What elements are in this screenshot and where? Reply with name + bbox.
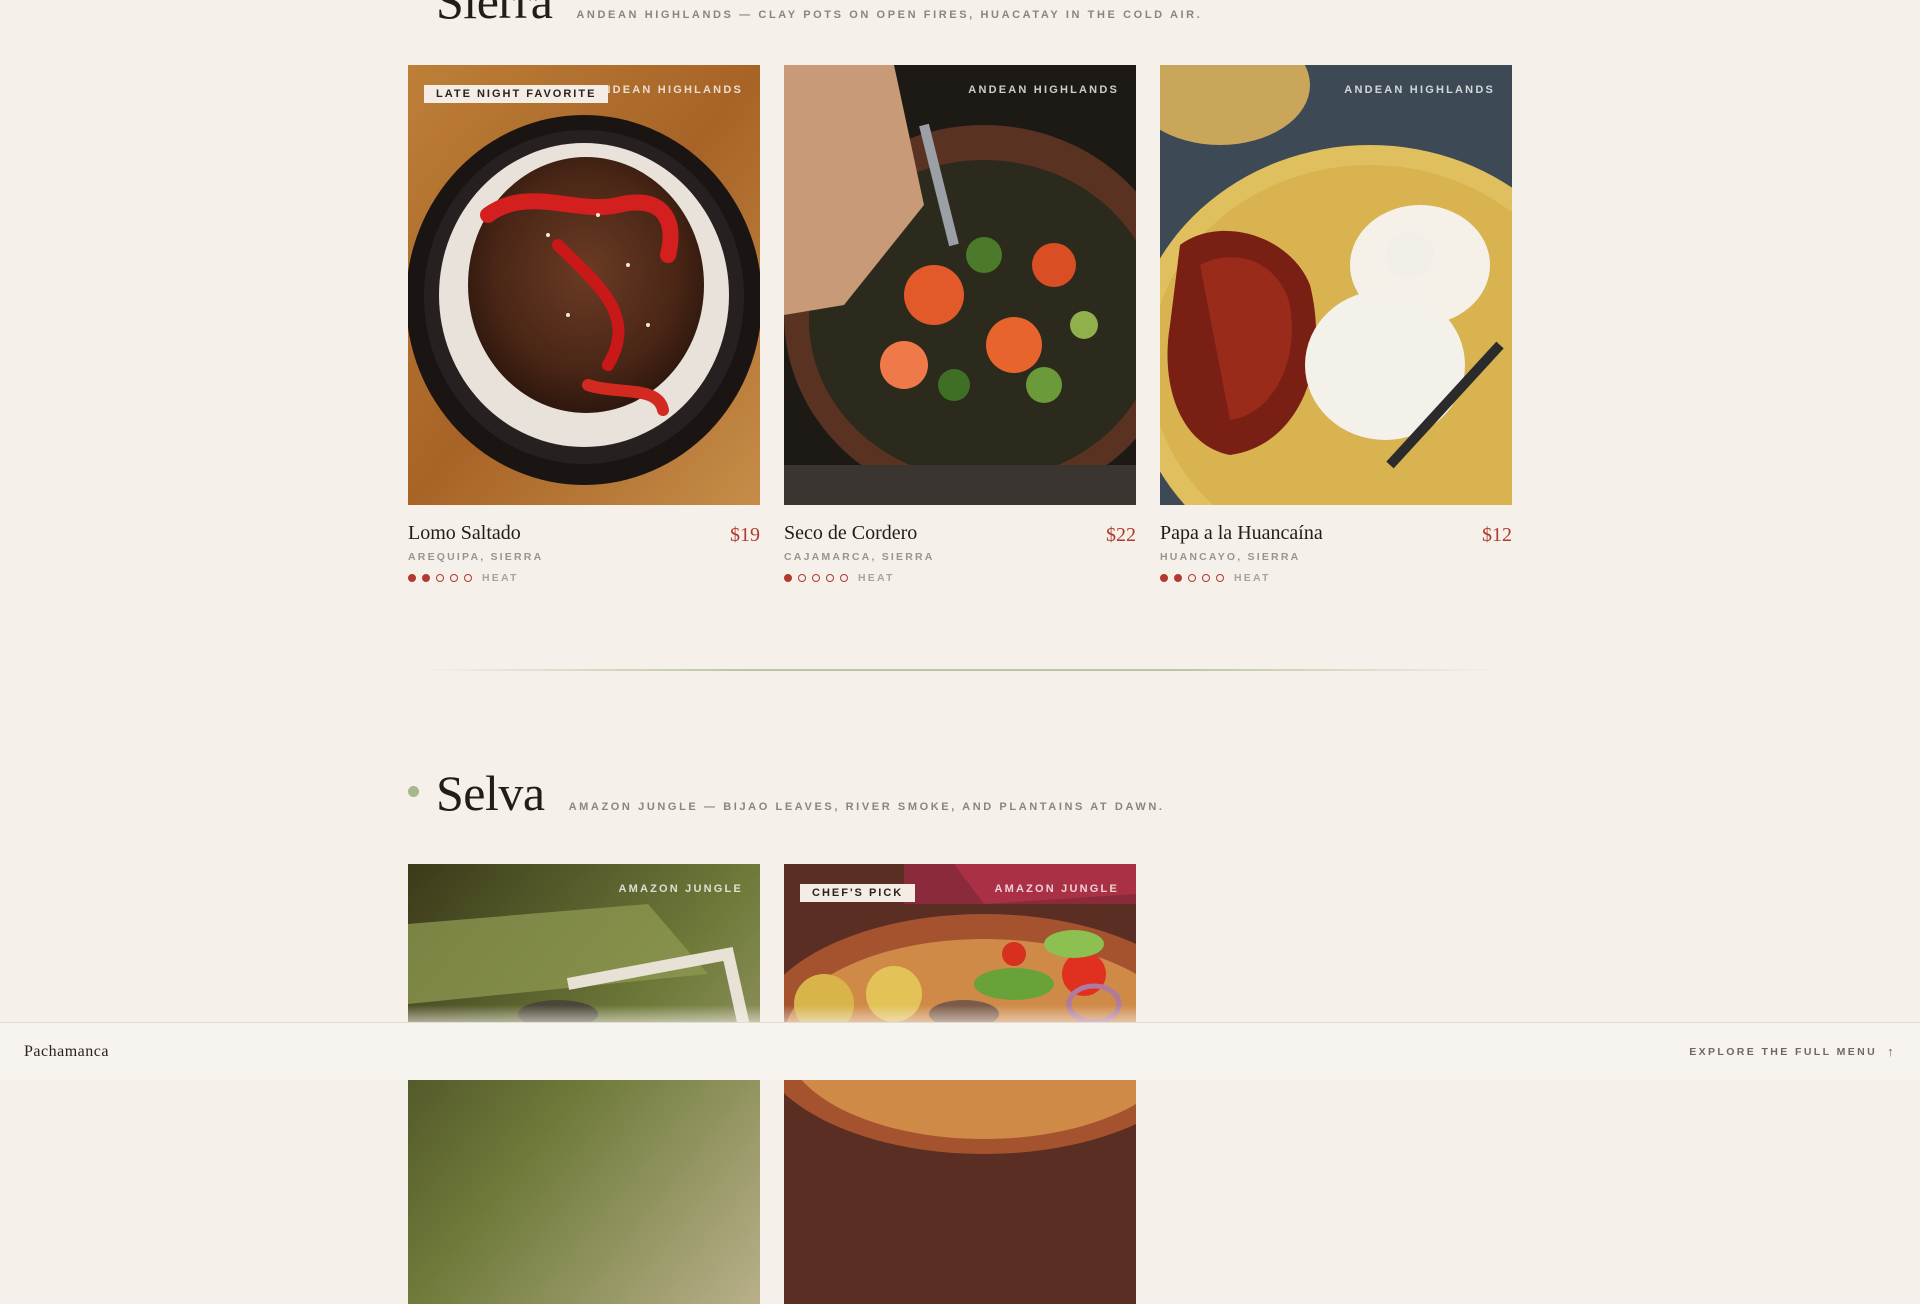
dish-card[interactable]: AMAZON JUNGLE (408, 864, 760, 1304)
region-tag: ANDEAN HIGHLANDS (1344, 84, 1495, 96)
dish-photo: ANDEAN HIGHLANDS (784, 65, 1136, 505)
heat-dot (840, 574, 848, 582)
section-divider (420, 669, 1500, 671)
explore-menu-link[interactable]: EXPLORE THE FULL MENU ↑ (1689, 1044, 1896, 1059)
brand-name[interactable]: Pachamanca (24, 1043, 109, 1061)
dish-price: $19 (730, 524, 760, 546)
bottom-bar: Pachamanca EXPLORE THE FULL MENU ↑ (0, 1022, 1920, 1080)
heat-dot (436, 574, 444, 582)
heat-dot (450, 574, 458, 582)
dish-info: Seco de Cordero $22 CAJAMARCA, SIERRA HE… (784, 522, 1136, 592)
dish-info: Lomo Saltado $19 AREQUIPA, SIERRA HEAT (408, 522, 760, 592)
section-subtitle: AMAZON JUNGLE — BIJAO LEAVES, RIVER SMOK… (568, 801, 1165, 813)
chefs-pick-salad-photo (784, 864, 1136, 1304)
dish-price: $12 (1482, 524, 1512, 546)
section-header-sierra: Sierra ANDEAN HIGHLANDS — CLAY POTS ON O… (436, 0, 1202, 26)
heat-dot (1160, 574, 1168, 582)
heat-label: HEAT (482, 572, 519, 584)
region-tag: AMAZON JUNGLE (618, 883, 743, 895)
lomo-saltado-photo (408, 65, 760, 505)
heat-dot (798, 574, 806, 582)
dish-price: $22 (1106, 524, 1136, 546)
region-tag: ANDEAN HIGHLANDS (592, 84, 743, 96)
heat-meter: HEAT (408, 572, 760, 584)
leaf-wrapped-dish-photo (408, 864, 760, 1304)
dish-photo: ANDEAN HIGHLANDS (1160, 65, 1512, 505)
dish-photo: AMAZON JUNGLE CHEF'S PICK (784, 864, 1136, 1304)
heat-meter: HEAT (784, 572, 1136, 584)
dish-name: Lomo Saltado (408, 522, 521, 544)
papa-a-la-huancaina-photo (1160, 65, 1512, 505)
dish-name: Papa a la Huancaína (1160, 522, 1323, 544)
heat-dot (784, 574, 792, 582)
dish-origin: AREQUIPA, SIERRA (408, 551, 544, 563)
heat-meter: HEAT (1160, 572, 1512, 584)
heat-dot (812, 574, 820, 582)
menu-page: Sierra ANDEAN HIGHLANDS — CLAY POTS ON O… (0, 0, 1920, 1304)
section-subtitle: ANDEAN HIGHLANDS — CLAY POTS ON OPEN FIR… (576, 9, 1203, 21)
section-dot (408, 786, 419, 797)
heat-dot (464, 574, 472, 582)
dish-card[interactable]: AMAZON JUNGLE CHEF'S PICK (784, 864, 1136, 1304)
dish-photo: AMAZON JUNGLE (408, 864, 760, 1304)
dish-card[interactable]: ANDEAN HIGHLANDS LATE NIGHT FAVORITE Lom… (408, 65, 760, 592)
heat-dot (1202, 574, 1210, 582)
heat-dot (422, 574, 430, 582)
dish-card[interactable]: ANDEAN HIGHLANDS Papa a la Huancaína $12… (1160, 65, 1512, 592)
dish-origin: HUANCAYO, SIERRA (1160, 551, 1301, 563)
region-tag: ANDEAN HIGHLANDS (968, 84, 1119, 96)
dish-name: Seco de Cordero (784, 522, 918, 544)
heat-dot (1174, 574, 1182, 582)
seco-de-cordero-photo (784, 65, 1136, 505)
dish-badge: LATE NIGHT FAVORITE (424, 85, 609, 103)
heat-dot (1216, 574, 1224, 582)
heat-label: HEAT (858, 572, 895, 584)
heat-dot (1188, 574, 1196, 582)
bottom-fade (0, 1005, 1920, 1023)
dish-card[interactable]: ANDEAN HIGHLANDS Seco de Cordero $22 CAJ… (784, 65, 1136, 592)
dish-info: Papa a la Huancaína $12 HUANCAYO, SIERRA… (1160, 522, 1512, 592)
section-title: Selva (436, 765, 545, 821)
dish-origin: CAJAMARCA, SIERRA (784, 551, 935, 563)
section-title: Sierra (436, 0, 553, 29)
heat-label: HEAT (1234, 572, 1271, 584)
heat-dot (826, 574, 834, 582)
region-tag: AMAZON JUNGLE (994, 883, 1119, 895)
explore-menu-label: EXPLORE THE FULL MENU (1689, 1045, 1878, 1058)
dish-photo: ANDEAN HIGHLANDS LATE NIGHT FAVORITE (408, 65, 760, 505)
section-header-selva: Selva AMAZON JUNGLE — BIJAO LEAVES, RIVE… (436, 768, 1165, 818)
arrow-up-icon: ↑ (1887, 1044, 1896, 1059)
heat-dot (408, 574, 416, 582)
dish-badge: CHEF'S PICK (800, 884, 916, 902)
